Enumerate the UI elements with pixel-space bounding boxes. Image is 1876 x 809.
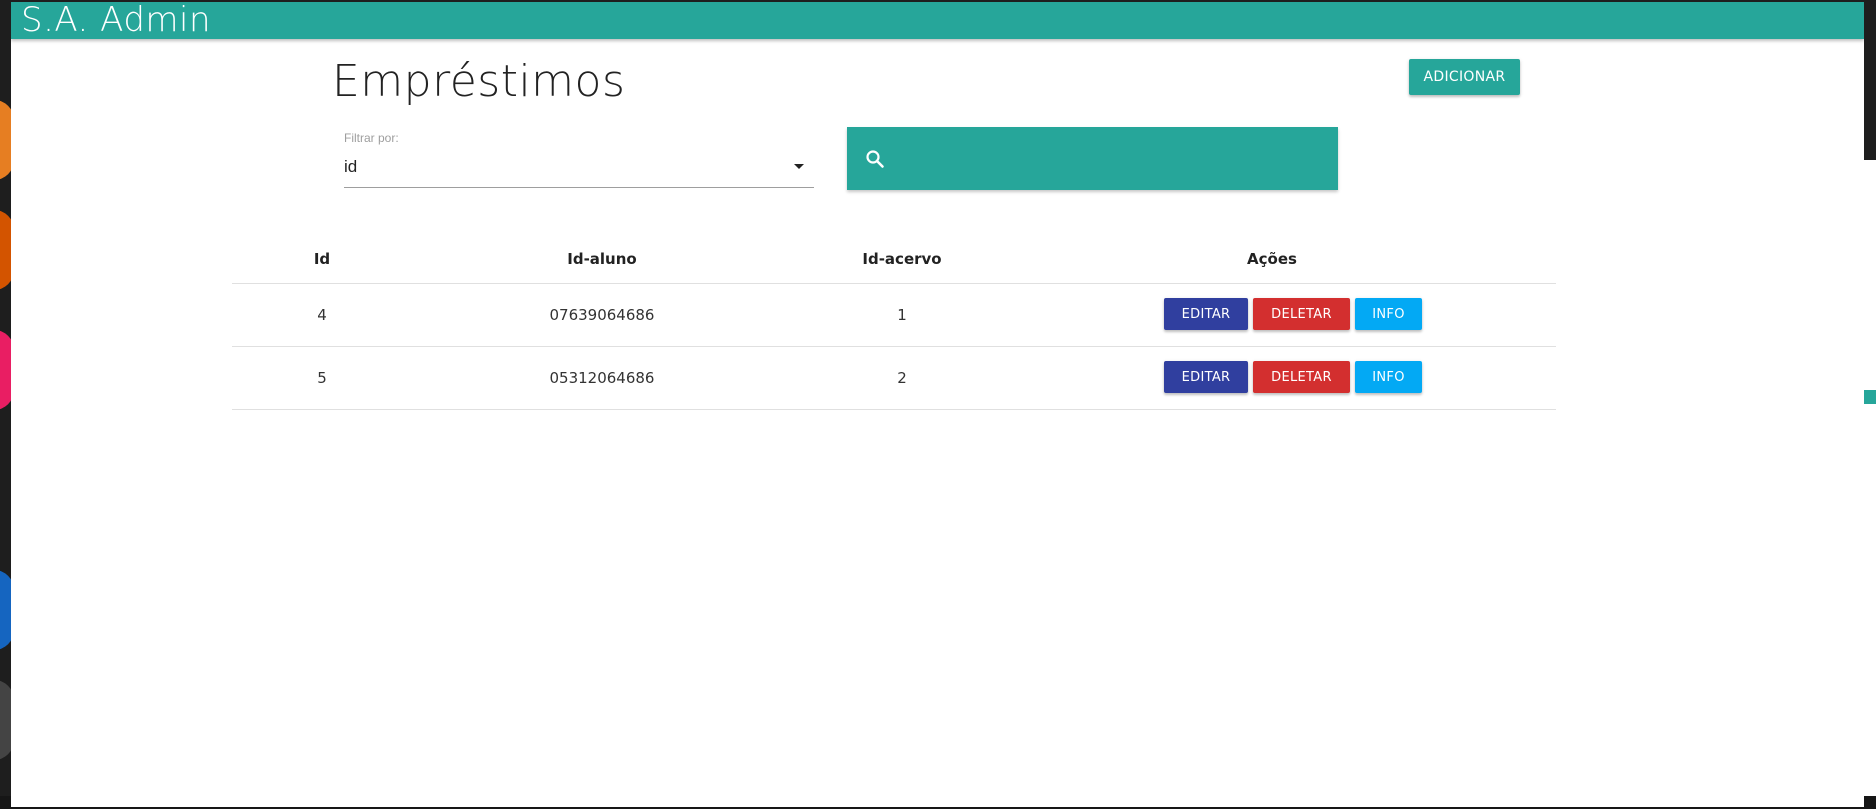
- info-button[interactable]: INFO: [1355, 361, 1422, 393]
- cell-id-aluno: 07639064686: [549, 306, 655, 324]
- delete-button[interactable]: DELETAR: [1253, 298, 1350, 330]
- loans-table: Id Id-aluno Id-acervo Ações 4 0763906468…: [232, 238, 1556, 410]
- column-header-acoes: Ações: [1247, 249, 1297, 268]
- cell-id-acervo: 1: [897, 306, 907, 324]
- edit-button[interactable]: EDITAR: [1164, 361, 1248, 393]
- search-icon[interactable]: [863, 147, 887, 171]
- search-bar: [847, 127, 1338, 192]
- filter-field: Filtrar por: id: [344, 127, 814, 189]
- filter-selected-value: id: [344, 157, 358, 176]
- cell-id: 4: [317, 306, 327, 324]
- caret-down-icon: [794, 164, 804, 169]
- delete-button[interactable]: DELETAR: [1253, 361, 1350, 393]
- filter-label: Filtrar por:: [344, 131, 399, 145]
- column-header-id-acervo: Id-acervo: [862, 249, 942, 268]
- row-actions: EDITAR DELETAR INFO: [1164, 298, 1564, 332]
- row-actions: EDITAR DELETAR INFO: [1164, 361, 1564, 395]
- search-input[interactable]: [903, 127, 1327, 192]
- add-button[interactable]: ADICIONAR: [1409, 59, 1520, 95]
- table-row: 5 05312064686 2 EDITAR DELETAR INFO: [232, 347, 1556, 410]
- info-button[interactable]: INFO: [1355, 298, 1422, 330]
- page-title: Empréstimos: [332, 56, 626, 107]
- cell-id-acervo: 2: [897, 369, 907, 387]
- background-window-accent: [1864, 390, 1876, 404]
- brand-logo[interactable]: S.A. Admin: [21, 2, 211, 39]
- column-header-id: Id: [313, 249, 331, 268]
- background-window-edge: [1864, 160, 1876, 809]
- browser-window: S.A. Admin Empréstimos ADICIONAR Filtrar…: [11, 2, 1864, 807]
- top-navbar: S.A. Admin: [11, 2, 1864, 39]
- cell-id: 5: [317, 369, 327, 387]
- edit-button[interactable]: EDITAR: [1164, 298, 1248, 330]
- column-header-id-aluno: Id-aluno: [567, 249, 637, 268]
- cell-id-aluno: 05312064686: [549, 369, 655, 387]
- filter-select[interactable]: id: [344, 151, 814, 188]
- table-header-row: Id Id-aluno Id-acervo Ações: [232, 238, 1556, 284]
- table-row: 4 07639064686 1 EDITAR DELETAR INFO: [232, 284, 1556, 347]
